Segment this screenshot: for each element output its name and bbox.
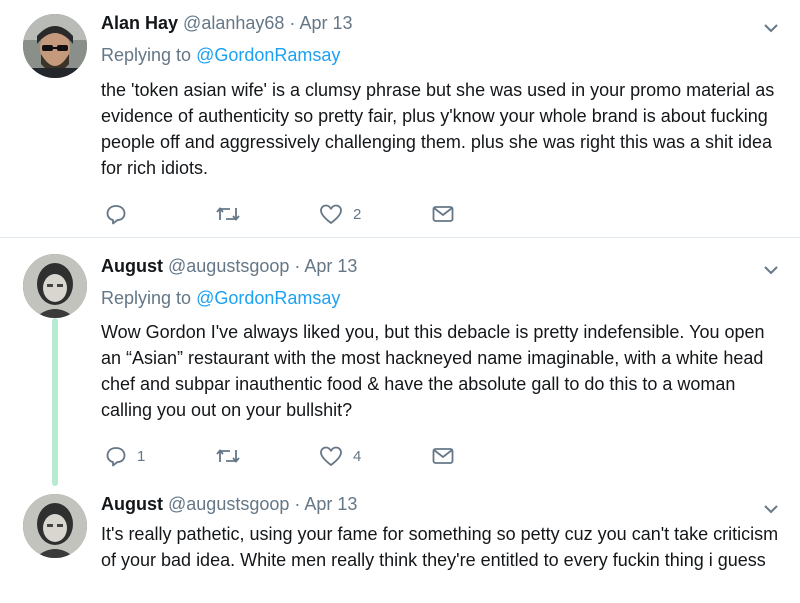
heart-icon xyxy=(320,204,342,224)
separator: · xyxy=(289,13,296,33)
tweet-text: It's really pathetic, using your fame fo… xyxy=(101,524,779,570)
retweet-icon xyxy=(216,449,240,463)
user-handle[interactable]: @alanhay68 xyxy=(183,13,284,33)
tweet[interactable]: Alan Hay @alanhay68 · Apr 13 Replying to… xyxy=(0,0,800,236)
like-button[interactable]: 2 xyxy=(319,202,361,226)
tweet-header: August @augustsgoop · Apr 13 xyxy=(101,494,357,515)
user-handle[interactable]: @augustsgoop xyxy=(168,494,289,514)
separator: · xyxy=(294,256,301,276)
avatar-image xyxy=(23,494,87,558)
tweet-date[interactable]: Apr 13 xyxy=(304,256,357,276)
replying-to-label: Replying to xyxy=(101,288,192,308)
tweet[interactable]: August @augustsgoop · Apr 13 Replying to… xyxy=(0,238,800,488)
avatar[interactable] xyxy=(23,494,87,558)
mention-link[interactable]: @GordonRamsay xyxy=(196,288,340,308)
chevron-down-icon[interactable] xyxy=(762,263,780,277)
avatar[interactable] xyxy=(23,254,87,318)
chevron-down-icon[interactable] xyxy=(762,21,780,35)
tweet-text: Wow Gordon I've always liked you, but th… xyxy=(101,322,765,420)
reply-button[interactable] xyxy=(105,202,137,226)
chevron-down-icon[interactable] xyxy=(762,502,780,516)
user-handle[interactable]: @augustsgoop xyxy=(168,256,289,276)
replying-to-label: Replying to xyxy=(101,45,192,65)
retweet-button[interactable] xyxy=(215,444,251,468)
like-button[interactable]: 4 xyxy=(319,444,361,468)
tweet-header: August @augustsgoop · Apr 13 xyxy=(101,256,357,277)
reply-button[interactable]: 1 xyxy=(105,444,145,468)
reply-icon xyxy=(106,205,126,225)
heart-icon xyxy=(320,446,342,466)
tweet-actions: 2 xyxy=(101,202,481,226)
thread-connector xyxy=(52,318,58,486)
like-count: 4 xyxy=(353,447,362,465)
tweet-actions: 1 4 xyxy=(101,444,481,468)
envelope-icon xyxy=(432,206,454,222)
replying-to: Replying to @GordonRamsay xyxy=(101,288,340,309)
tweet-date[interactable]: Apr 13 xyxy=(299,13,352,33)
avatar[interactable] xyxy=(23,14,87,78)
display-name[interactable]: Alan Hay xyxy=(101,13,178,33)
avatar-image xyxy=(23,254,87,318)
display-name[interactable]: August xyxy=(101,494,163,514)
reply-icon xyxy=(106,447,126,467)
retweet-button[interactable] xyxy=(215,202,251,226)
like-count: 2 xyxy=(353,205,362,223)
tweet-text: the 'token asian wife' is a clumsy phras… xyxy=(101,80,775,178)
direct-message-button[interactable] xyxy=(431,202,455,226)
tweet-date[interactable]: Apr 13 xyxy=(304,494,357,514)
display-name[interactable]: August xyxy=(101,256,163,276)
direct-message-button[interactable] xyxy=(431,444,455,468)
mention-link[interactable]: @GordonRamsay xyxy=(196,45,340,65)
avatar-image xyxy=(23,14,87,78)
separator: · xyxy=(294,494,301,514)
envelope-icon xyxy=(432,448,454,464)
replying-to: Replying to @GordonRamsay xyxy=(101,45,340,66)
tweet[interactable]: August @augustsgoop · Apr 13 It's really… xyxy=(0,488,800,603)
retweet-icon xyxy=(216,207,240,221)
tweet-header: Alan Hay @alanhay68 · Apr 13 xyxy=(101,13,352,34)
reply-count: 1 xyxy=(137,447,146,465)
